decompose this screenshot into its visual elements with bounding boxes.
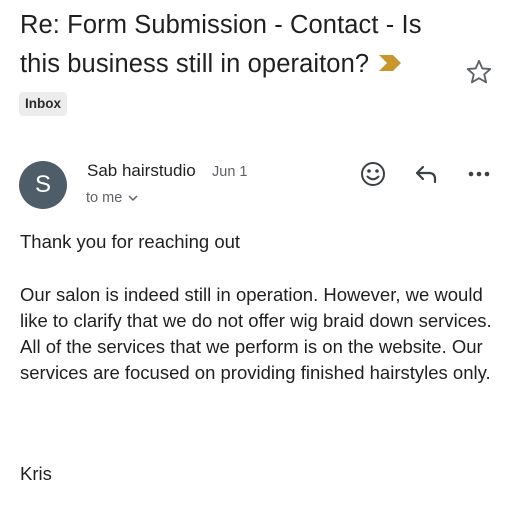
star-icon[interactable] (465, 58, 493, 86)
reply-arrow-icon (410, 165, 442, 194)
sent-date: Jun 1 (212, 164, 248, 180)
more-options-button[interactable] (463, 158, 495, 190)
recipient-details-toggle[interactable]: to me (86, 188, 138, 208)
email-subject-header: Re: Form Submission - Contact - Is this … (20, 6, 460, 84)
chevron-down-icon (128, 188, 138, 208)
email-subject: Re: Form Submission - Contact - Is this … (20, 11, 422, 78)
avatar[interactable]: S (19, 161, 67, 209)
emoji-reaction-button[interactable] (357, 158, 389, 190)
email-signature: Kris (20, 463, 52, 484)
sender-name[interactable]: Sab hairstudio (87, 160, 196, 182)
reply-button[interactable] (410, 158, 442, 190)
more-horizontal-icon (463, 171, 495, 194)
emoji-smile-icon (357, 162, 389, 194)
email-body-paragraph: Our salon is indeed still in operation. … (20, 284, 492, 383)
recipient-label: to me (86, 190, 123, 206)
inbox-label-chip[interactable]: Inbox (19, 92, 67, 116)
email-greeting: Thank you for reaching out (20, 231, 241, 252)
importance-marker-icon[interactable] (379, 44, 402, 83)
